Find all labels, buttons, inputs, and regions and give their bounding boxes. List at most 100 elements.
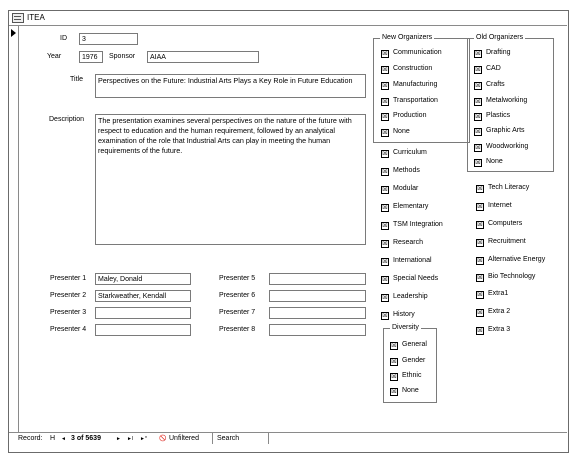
checkbox-checked-icon: ☒ [476, 239, 484, 247]
diversity-none-checkbox[interactable]: ☒ None [390, 386, 419, 396]
year-field[interactable]: 1976 [79, 51, 103, 63]
new-record-button[interactable]: ►* [140, 436, 147, 442]
topic-curriculum-checkbox[interactable]: ☒ Curriculum [381, 148, 427, 158]
old-organizer-crafts-checkbox[interactable]: ☒ Crafts [474, 80, 505, 90]
topic-leadership-checkbox[interactable]: ☒ Leadership [381, 292, 428, 302]
description-label: Description [49, 116, 85, 123]
new-organizers-legend: New Organizers [380, 34, 435, 41]
checkbox-checked-icon: ☒ [476, 291, 484, 299]
form-icon [12, 13, 24, 23]
diversity-general-checkbox[interactable]: ☒ General [390, 340, 427, 350]
last-record-button[interactable]: ►I [127, 436, 133, 442]
checkbox-checked-icon: ☒ [381, 168, 389, 176]
checkbox-checked-icon: ☒ [474, 159, 482, 167]
topic-internet-checkbox[interactable]: ☒ Internet [476, 201, 512, 211]
topic-modular-checkbox[interactable]: ☒ Modular [381, 184, 418, 194]
checkbox-checked-icon: ☒ [381, 129, 389, 137]
topic-extra2-checkbox[interactable]: ☒ Extra 2 [476, 307, 510, 317]
presenter-4-label: Presenter 4 [50, 326, 87, 333]
topic-special-needs-checkbox[interactable]: ☒ Special Needs [381, 274, 438, 284]
topic-history-checkbox[interactable]: ☒ History [381, 310, 415, 320]
filter-toggle-button[interactable]: Unfiltered [169, 435, 199, 442]
checkbox-checked-icon: ☒ [381, 222, 389, 230]
form-title-bar: ITEA [9, 11, 567, 26]
checkbox-checked-icon: ☒ [476, 221, 484, 229]
topic-methods-checkbox[interactable]: ☒ Methods [381, 166, 420, 176]
topic-international-checkbox[interactable]: ☒ International [381, 256, 432, 266]
record-selector[interactable] [9, 26, 19, 432]
new-organizer-transportation-checkbox[interactable]: ☒ Transportation [381, 96, 438, 106]
year-label: Year [47, 53, 62, 60]
checkbox-checked-icon: ☒ [476, 309, 484, 317]
topic-research-checkbox[interactable]: ☒ Research [381, 238, 423, 248]
checkbox-checked-icon: ☒ [390, 388, 398, 396]
record-navigation-bar: Record: H ◄ 3 of 5639 ► ►I ►* 🚫 Unfilter… [9, 432, 567, 445]
checkbox-checked-icon: ☒ [381, 294, 389, 302]
new-organizer-communication-checkbox[interactable]: ☒ Communication [381, 48, 442, 58]
old-organizer-graphic-arts-checkbox[interactable]: ☒ Graphic Arts [474, 126, 525, 136]
checkbox-checked-icon: ☒ [474, 113, 482, 121]
topic-extra3-checkbox[interactable]: ☒ Extra 3 [476, 325, 510, 335]
diversity-gender-checkbox[interactable]: ☒ Gender [390, 356, 425, 366]
old-organizer-plastics-checkbox[interactable]: ☒ Plastics [474, 111, 510, 121]
record-label: Record: [18, 435, 43, 442]
description-field[interactable]: The presentation examines several perspe… [95, 114, 366, 245]
checkbox-checked-icon: ☒ [381, 276, 389, 284]
checkbox-checked-icon: ☒ [381, 186, 389, 194]
topic-bio-technology-checkbox[interactable]: ☒ Bio Technology [476, 272, 535, 282]
checkbox-checked-icon: ☒ [474, 50, 482, 58]
old-organizer-metalworking-checkbox[interactable]: ☒ Metalworking [474, 96, 527, 106]
topic-tech-literacy-checkbox[interactable]: ☒ Tech Literacy [476, 183, 529, 193]
topic-computers-checkbox[interactable]: ☒ Computers [476, 219, 522, 229]
form-title: ITEA [27, 13, 45, 22]
search-placeholder: Search [217, 435, 240, 442]
presenter-8-field[interactable] [269, 324, 366, 336]
title-field[interactable]: Perspectives on the Future: Industrial A… [95, 74, 366, 98]
topic-recruitment-checkbox[interactable]: ☒ Recruitment [476, 237, 526, 247]
presenter-8-label: Presenter 8 [219, 326, 256, 333]
presenter-5-field[interactable] [269, 273, 366, 285]
first-record-button[interactable]: H [50, 435, 55, 442]
checkbox-checked-icon: ☒ [474, 144, 482, 152]
presenter-2-field[interactable]: Starkweather, Kendall [95, 290, 191, 302]
old-organizer-none-checkbox[interactable]: ☒ None [474, 157, 503, 167]
old-organizer-drafting-checkbox[interactable]: ☒ Drafting [474, 48, 511, 58]
diversity-ethnic-checkbox[interactable]: ☒ Ethnic [390, 371, 421, 381]
next-record-button[interactable]: ► [116, 436, 121, 442]
checkbox-checked-icon: ☒ [381, 312, 389, 320]
id-field[interactable]: 3 [79, 33, 138, 45]
current-record-field[interactable]: 3 of 5639 [71, 435, 101, 442]
topic-alternative-energy-checkbox[interactable]: ☒ Alternative Energy [476, 255, 545, 265]
checkbox-checked-icon: ☒ [381, 258, 389, 266]
old-organizer-cad-checkbox[interactable]: ☒ CAD [474, 64, 501, 74]
checkbox-checked-icon: ☒ [476, 203, 484, 211]
checkbox-checked-icon: ☒ [381, 204, 389, 212]
presenter-4-field[interactable] [95, 324, 191, 336]
topic-tsm-integration-checkbox[interactable]: ☒ TSM Integration [381, 220, 443, 230]
topic-extra1-checkbox[interactable]: ☒ Extra1 [476, 289, 508, 299]
checkbox-checked-icon: ☒ [390, 373, 398, 381]
checkbox-checked-icon: ☒ [390, 358, 398, 366]
search-box[interactable]: Search [212, 433, 269, 444]
diversity-legend: Diversity [390, 324, 421, 331]
old-organizer-woodworking-checkbox[interactable]: ☒ Woodworking [474, 142, 528, 152]
sponsor-field[interactable]: AIAA [147, 51, 259, 63]
new-organizer-manufacturing-checkbox[interactable]: ☒ Manufacturing [381, 80, 437, 90]
filter-icon: 🚫 [159, 436, 167, 442]
presenter-3-field[interactable] [95, 307, 191, 319]
previous-record-button[interactable]: ◄ [61, 436, 66, 442]
checkbox-checked-icon: ☒ [381, 150, 389, 158]
checkbox-checked-icon: ☒ [381, 98, 389, 106]
checkbox-checked-icon: ☒ [381, 66, 389, 74]
new-organizer-production-checkbox[interactable]: ☒ Production [381, 111, 426, 121]
title-label: Title [70, 76, 83, 83]
topic-elementary-checkbox[interactable]: ☒ Elementary [381, 202, 428, 212]
presenter-3-label: Presenter 3 [50, 309, 87, 316]
presenter-7-field[interactable] [269, 307, 366, 319]
presenter-6-field[interactable] [269, 290, 366, 302]
new-organizer-none-checkbox[interactable]: ☒ None [381, 127, 410, 137]
presenter-1-field[interactable]: Maley, Donald [95, 273, 191, 285]
new-organizer-construction-checkbox[interactable]: ☒ Construction [381, 64, 432, 74]
checkbox-checked-icon: ☒ [474, 98, 482, 106]
checkbox-checked-icon: ☒ [476, 274, 484, 282]
